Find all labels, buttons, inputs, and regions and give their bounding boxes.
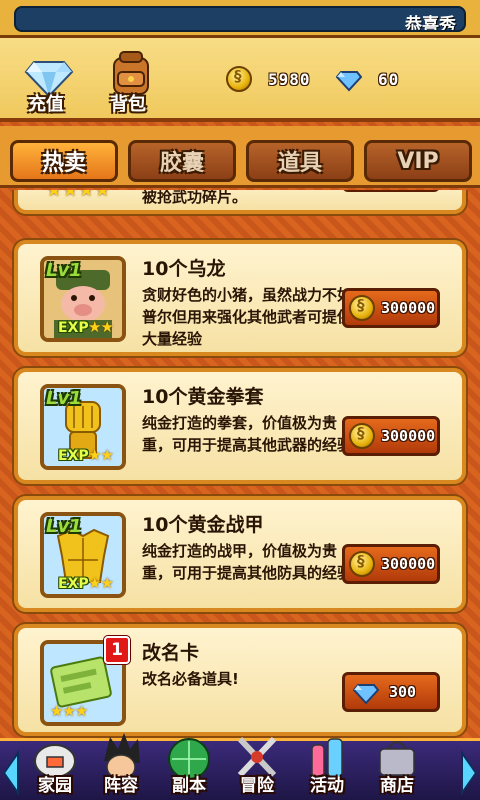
buy-button[interactable]: 300000 xyxy=(342,544,440,584)
item-thumbnail: Lv1 EXP ★★ xyxy=(40,512,126,598)
item-description: 贪财好色的小猪，虽然战力不如普尔但用来强化其他武者可提供大量经验 xyxy=(142,286,353,348)
rarity-stars: ★★ xyxy=(88,318,114,336)
item-price: 300000 xyxy=(381,555,436,573)
item-price: 300000 xyxy=(381,299,436,317)
item-description: 纯金打造的战甲，价值极为贵重，可用于提高其他防具的经验 xyxy=(142,542,353,582)
item-title: 10个乌龙 xyxy=(142,258,226,280)
bag-button[interactable]: 背包 xyxy=(96,46,176,116)
exp-label: EXP xyxy=(58,448,89,464)
gem-balance: 60 xyxy=(336,66,399,92)
nav-label: 家园 xyxy=(38,776,72,796)
nav-label: 副本 xyxy=(172,776,206,796)
item-thumbnail: Lv1 EXP ★★ xyxy=(40,256,126,342)
level-label: Lv1 xyxy=(46,388,82,409)
level-label: Lv1 xyxy=(46,516,82,537)
rarity-stars: ★★ xyxy=(88,574,114,592)
announcement-text: 恭喜秀 xyxy=(405,15,456,32)
gem-icon xyxy=(336,71,362,92)
tab-hot[interactable]: 热卖 xyxy=(10,140,118,182)
nav-adventure[interactable]: 冒险 xyxy=(222,731,292,800)
item-title: 10个黄金拳套 xyxy=(142,386,264,408)
shop-item-card: Lv1 EXP ★★ 10个黄金拳套 纯金打造的拳套，价值极为贵重，可用于提高其… xyxy=(14,368,466,484)
arrow-right-icon[interactable] xyxy=(460,749,480,797)
coin-count: 5980 xyxy=(268,69,311,89)
shop-tabs: 热卖 胶囊 道具 VIP xyxy=(0,126,480,188)
item-price: 300 xyxy=(389,683,417,701)
gem-icon xyxy=(353,684,379,705)
item-description: 纯金打造的拳套，价值极为贵重，可用于提高其他武器的经验 xyxy=(142,414,353,454)
shop-item-card: ★★★★ 被抢武功碎片。 xyxy=(14,190,466,214)
nav-label: 冒险 xyxy=(240,776,274,796)
nav-event[interactable]: 活动 xyxy=(292,731,362,800)
buy-button[interactable]: 300 xyxy=(342,672,440,712)
nav-label: 商店 xyxy=(380,776,414,796)
nav-dungeon[interactable]: 副本 xyxy=(154,731,224,800)
nav-label: 阵容 xyxy=(104,776,138,796)
coin-balance: 5980 xyxy=(226,66,311,92)
bag-label: 背包 xyxy=(110,94,146,115)
arrow-left-icon[interactable] xyxy=(0,749,20,797)
item-price: 300000 xyxy=(381,427,436,445)
rarity-stars: ★★★★ xyxy=(46,190,111,201)
nav-team[interactable]: 阵容 xyxy=(86,731,156,800)
exp-label: EXP xyxy=(58,576,89,592)
nav-label: 活动 xyxy=(310,776,344,796)
item-description: 被抢武功碎片。 xyxy=(142,190,248,206)
recharge-label: 充值 xyxy=(28,94,64,115)
tab-items[interactable]: 道具 xyxy=(246,140,354,182)
tab-vip[interactable]: VIP xyxy=(364,140,472,182)
buy-button[interactable] xyxy=(342,190,440,192)
shop-item-list[interactable]: ★★★★ 被抢武功碎片。 Lv1 EXP ★★ 10个乌龙 贪财好色的小猪，虽然… xyxy=(0,190,480,738)
nav-home[interactable]: 家园 xyxy=(20,731,90,800)
rarity-stars: ★★★ xyxy=(50,702,88,720)
coin-icon xyxy=(349,423,375,449)
item-description: 改名必备道具! xyxy=(142,670,239,688)
shop-item-card: Lv1 EXP ★★ 10个黄金战甲 纯金打造的战甲，价值极为贵重，可用于提高其… xyxy=(14,496,466,612)
buy-button[interactable]: 300000 xyxy=(342,416,440,456)
shop-item-card: ★★★ 1 改名卡 改名必备道具! 300 xyxy=(14,624,466,736)
announcement-bar: 恭喜秀 xyxy=(0,0,480,38)
coin-icon xyxy=(349,295,375,321)
gem-count: 60 xyxy=(378,69,400,89)
item-thumbnail: Lv1 EXP ★★ xyxy=(40,384,126,470)
coin-icon xyxy=(349,551,375,577)
announcement-panel: 恭喜秀 xyxy=(14,6,466,32)
rarity-stars: ★★ xyxy=(88,446,114,464)
coin-icon xyxy=(226,66,252,92)
level-label: Lv1 xyxy=(46,260,82,281)
nav-shop[interactable]: 商店 xyxy=(362,731,432,800)
shop-header: 充值 背包 5980 60 xyxy=(0,38,480,122)
tab-capsule[interactable]: 胶囊 xyxy=(128,140,236,182)
buy-button[interactable]: 300000 xyxy=(342,288,440,328)
bottom-navigation: 家园 阵容 副本 冒险 活动 商店 xyxy=(0,733,480,800)
item-title: 10个黄金战甲 xyxy=(142,514,264,536)
shop-item-card: Lv1 EXP ★★ 10个乌龙 贪财好色的小猪，虽然战力不如普尔但用来强化其他… xyxy=(14,240,466,356)
recharge-button[interactable]: 充值 xyxy=(14,46,94,116)
quantity-badge: 1 xyxy=(104,636,130,664)
item-title: 改名卡 xyxy=(142,642,200,664)
game-shop-screen: 恭喜秀 充值 背包 5980 xyxy=(0,0,480,800)
exp-label: EXP xyxy=(58,320,89,336)
